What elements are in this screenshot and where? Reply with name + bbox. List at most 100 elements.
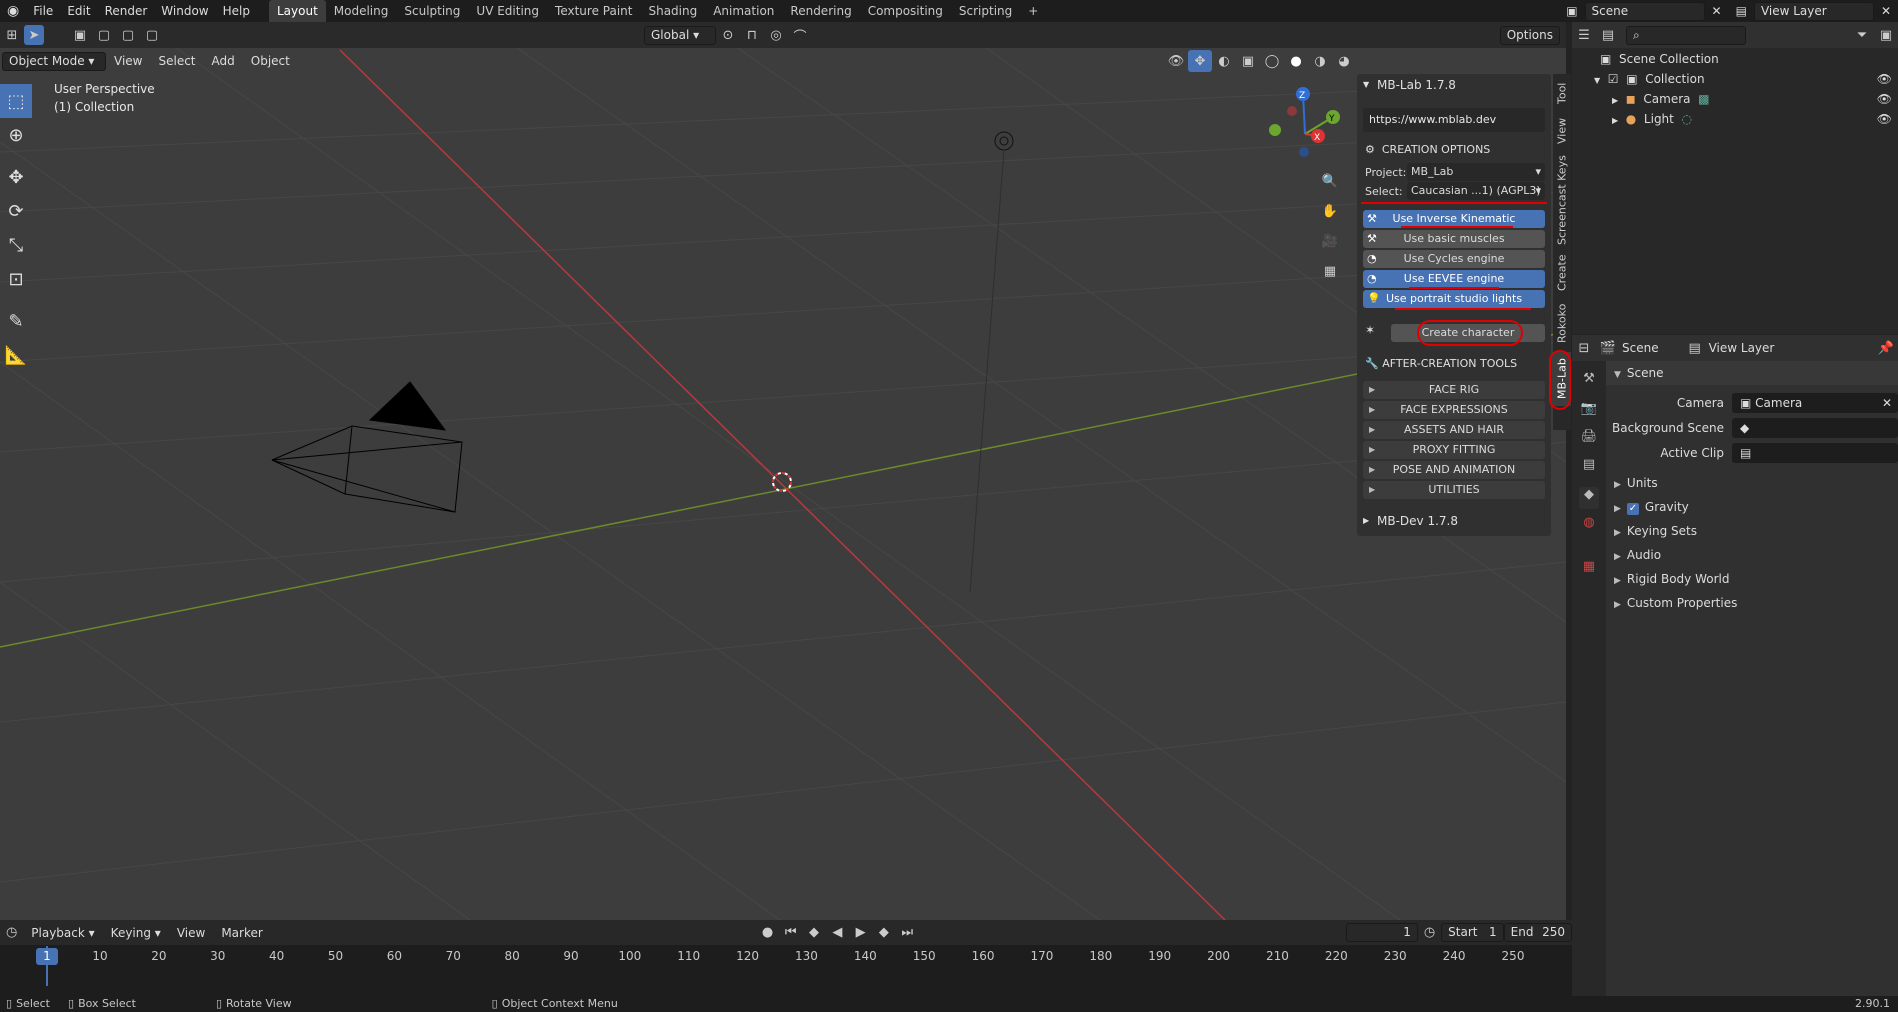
start-frame-field[interactable]: Start 1	[1441, 923, 1504, 942]
tab-modeling[interactable]: Modeling	[326, 0, 397, 22]
transform-tool-icon[interactable]: ⊡	[0, 262, 32, 296]
rigid-body-world-panel[interactable]: ▶ Rigid Body World	[1606, 567, 1898, 591]
overlay-toggle-icon[interactable]: ◐	[1212, 50, 1236, 72]
outliner-camera[interactable]: ▶ ◼ Camera ▩ 👁	[1572, 89, 1898, 109]
menu-edit[interactable]: Edit	[60, 0, 97, 22]
menu-file[interactable]: File	[26, 0, 60, 22]
playback-menu[interactable]: Playback ▾	[23, 926, 102, 940]
zoom-icon[interactable]: 🔍	[1318, 166, 1342, 196]
timeline-view-menu[interactable]: View	[169, 926, 213, 940]
subpanel-pose-and-animation[interactable]: ▶ POSE AND ANIMATION	[1363, 461, 1545, 479]
tab-rendering[interactable]: Rendering	[782, 0, 859, 22]
output-tab-icon[interactable]: 🖨	[1579, 429, 1599, 451]
add-workspace-icon[interactable]: +	[1020, 0, 1046, 22]
pan-hand-icon[interactable]: ✋	[1318, 196, 1342, 226]
tab-uv-editing[interactable]: UV Editing	[468, 0, 547, 22]
scene-panel-header[interactable]: ▼ Scene	[1606, 361, 1898, 385]
filter-icon[interactable]: ⏷	[1850, 24, 1874, 46]
world-tab-icon[interactable]: ◍	[1579, 515, 1599, 537]
wireframe-shading-icon[interactable]: ◯	[1260, 50, 1284, 72]
stopwatch-icon[interactable]: ◷	[1418, 922, 1441, 944]
eye-icon[interactable]: 👁	[1877, 69, 1892, 89]
keying-menu[interactable]: Keying ▾	[103, 926, 169, 940]
checkbox-icon[interactable]: ☑	[1608, 72, 1619, 86]
cursor-tool-icon[interactable]: ⊕	[0, 118, 32, 152]
scene-breadcrumb[interactable]: Scene	[1620, 341, 1683, 355]
measure-tool-icon[interactable]: 📐	[0, 338, 32, 372]
marker-menu[interactable]: Marker	[213, 926, 270, 940]
select-new-icon[interactable]: ▣	[68, 24, 92, 46]
timeline-ruler[interactable]: 1 10 20 30 40 50 60 70 80 90 100 110 120 130 140 150 160…	[0, 946, 1572, 986]
character-dropdown[interactable]: Caucasian ...1) (AGPL3) ▾	[1407, 182, 1545, 200]
subpanel-proxy-fitting[interactable]: ▶ PROXY FITTING	[1363, 441, 1545, 459]
clear-icon[interactable]: ✕	[1882, 393, 1892, 413]
falloff-icon[interactable]: ⌒	[788, 24, 812, 46]
menu-help[interactable]: Help	[216, 0, 257, 22]
editor-type-icon[interactable]: ⊞	[0, 24, 24, 46]
custom-properties-panel[interactable]: ▶ Custom Properties	[1606, 591, 1898, 615]
texture-tab-icon[interactable]: ▦	[1579, 559, 1599, 581]
background-scene-field[interactable]: ◆	[1732, 418, 1898, 438]
menu-render[interactable]: Render	[98, 0, 155, 22]
render-tab-icon[interactable]: 📷	[1579, 401, 1599, 423]
rotate-tool-icon[interactable]: ⟳	[0, 194, 32, 228]
tab-scripting[interactable]: Scripting	[951, 0, 1020, 22]
tab-rokoko[interactable]: Rokoko	[1553, 300, 1571, 346]
close-icon[interactable]: ✕	[1874, 0, 1898, 22]
tab-tool[interactable]: Tool	[1553, 78, 1571, 108]
tab-compositing[interactable]: Compositing	[860, 0, 951, 22]
toggle-eevee-engine[interactable]: ◔ Use EEVEE engine	[1363, 270, 1545, 288]
active-clip-field[interactable]: ▤	[1732, 443, 1898, 463]
tool-tab-icon[interactable]: ⚒	[1579, 371, 1599, 393]
scene-selector[interactable]: Scene	[1584, 1, 1705, 21]
project-dropdown[interactable]: MB_Lab ▾	[1407, 163, 1545, 181]
play-reverse-icon[interactable]: ◀	[826, 922, 849, 944]
tab-layout[interactable]: Layout	[268, 0, 326, 22]
object-mode-dropdown[interactable]: Object Mode ▾	[2, 51, 106, 71]
visibility-icon[interactable]: 👁	[1164, 50, 1188, 72]
outliner-light[interactable]: ▶ ● Light ◌ 👁	[1572, 109, 1898, 129]
toggle-cycles-engine[interactable]: ◔ Use Cycles engine	[1363, 250, 1545, 268]
outliner-scene-collection[interactable]: ▣ Scene Collection	[1572, 49, 1898, 69]
tab-sculpting[interactable]: Sculpting	[396, 0, 468, 22]
blender-logo-icon[interactable]: ◉	[0, 0, 26, 22]
toggle-basic-muscles[interactable]: ⚒ Use basic muscles	[1363, 230, 1545, 248]
select-tool-icon[interactable]: ➤	[24, 25, 44, 45]
clock-icon[interactable]: ◷	[0, 922, 23, 944]
view-layer-tab-icon[interactable]: ▤	[1579, 457, 1599, 479]
subpanel-assets-and-hair[interactable]: ▶ ASSETS AND HAIR	[1363, 421, 1545, 439]
close-icon[interactable]: ✕	[1705, 0, 1729, 22]
eye-icon[interactable]: 👁	[1877, 89, 1892, 109]
tab-create[interactable]: Create	[1553, 252, 1571, 294]
jump-start-icon[interactable]: ⏮	[779, 922, 802, 944]
units-panel[interactable]: ▶ Units	[1606, 471, 1898, 495]
menu-window[interactable]: Window	[154, 0, 215, 22]
proportional-icon[interactable]: ◎	[764, 24, 788, 46]
scale-tool-icon[interactable]: ⤡	[0, 228, 32, 262]
jump-end-icon[interactable]: ⏭	[896, 922, 919, 944]
outliner[interactable]: ▣ Scene Collection ▼ ☑ ▣ Collection 👁 ▶ ◼…	[1572, 22, 1898, 334]
select-invert-icon[interactable]: ▢	[140, 24, 164, 46]
pivot-icon[interactable]: ⊙	[716, 24, 740, 46]
snap-icon[interactable]: ⊓	[740, 24, 764, 46]
xray-icon[interactable]: ▣	[1236, 50, 1260, 72]
toggle-portrait-studio-lights[interactable]: 💡 Use portrait studio lights	[1363, 290, 1545, 308]
mbdev-panel-header[interactable]: ▶ MB-Dev 1.7.8	[1357, 510, 1551, 532]
rendered-shading-icon[interactable]: ◕	[1332, 50, 1356, 72]
subpanel-face-rig[interactable]: ▶ FACE RIG	[1363, 381, 1545, 399]
subpanel-utilities[interactable]: ▶ UTILITIES	[1363, 481, 1545, 499]
mblab-url-link[interactable]: https://www.mblab.dev	[1363, 108, 1545, 132]
play-icon[interactable]: ▶	[849, 922, 872, 944]
select-extend-icon[interactable]: ▢	[92, 24, 116, 46]
mblab-panel-header[interactable]: ▼ MB-Lab 1.7.8	[1357, 74, 1551, 96]
gravity-checkbox[interactable]: ✓	[1626, 503, 1639, 515]
select-box-tool-icon[interactable]: ⬚	[0, 84, 32, 118]
tab-view[interactable]: View	[1553, 114, 1571, 148]
tab-shading[interactable]: Shading	[640, 0, 705, 22]
tab-texture-paint[interactable]: Texture Paint	[547, 0, 640, 22]
solid-shading-icon[interactable]: ●	[1284, 50, 1308, 72]
camera-view-icon[interactable]: 🎥	[1318, 226, 1342, 256]
eye-icon[interactable]: 👁	[1877, 109, 1892, 129]
outliner-collection[interactable]: ▼ ☑ ▣ Collection 👁	[1572, 69, 1898, 89]
move-tool-icon[interactable]: ✥	[0, 160, 32, 194]
